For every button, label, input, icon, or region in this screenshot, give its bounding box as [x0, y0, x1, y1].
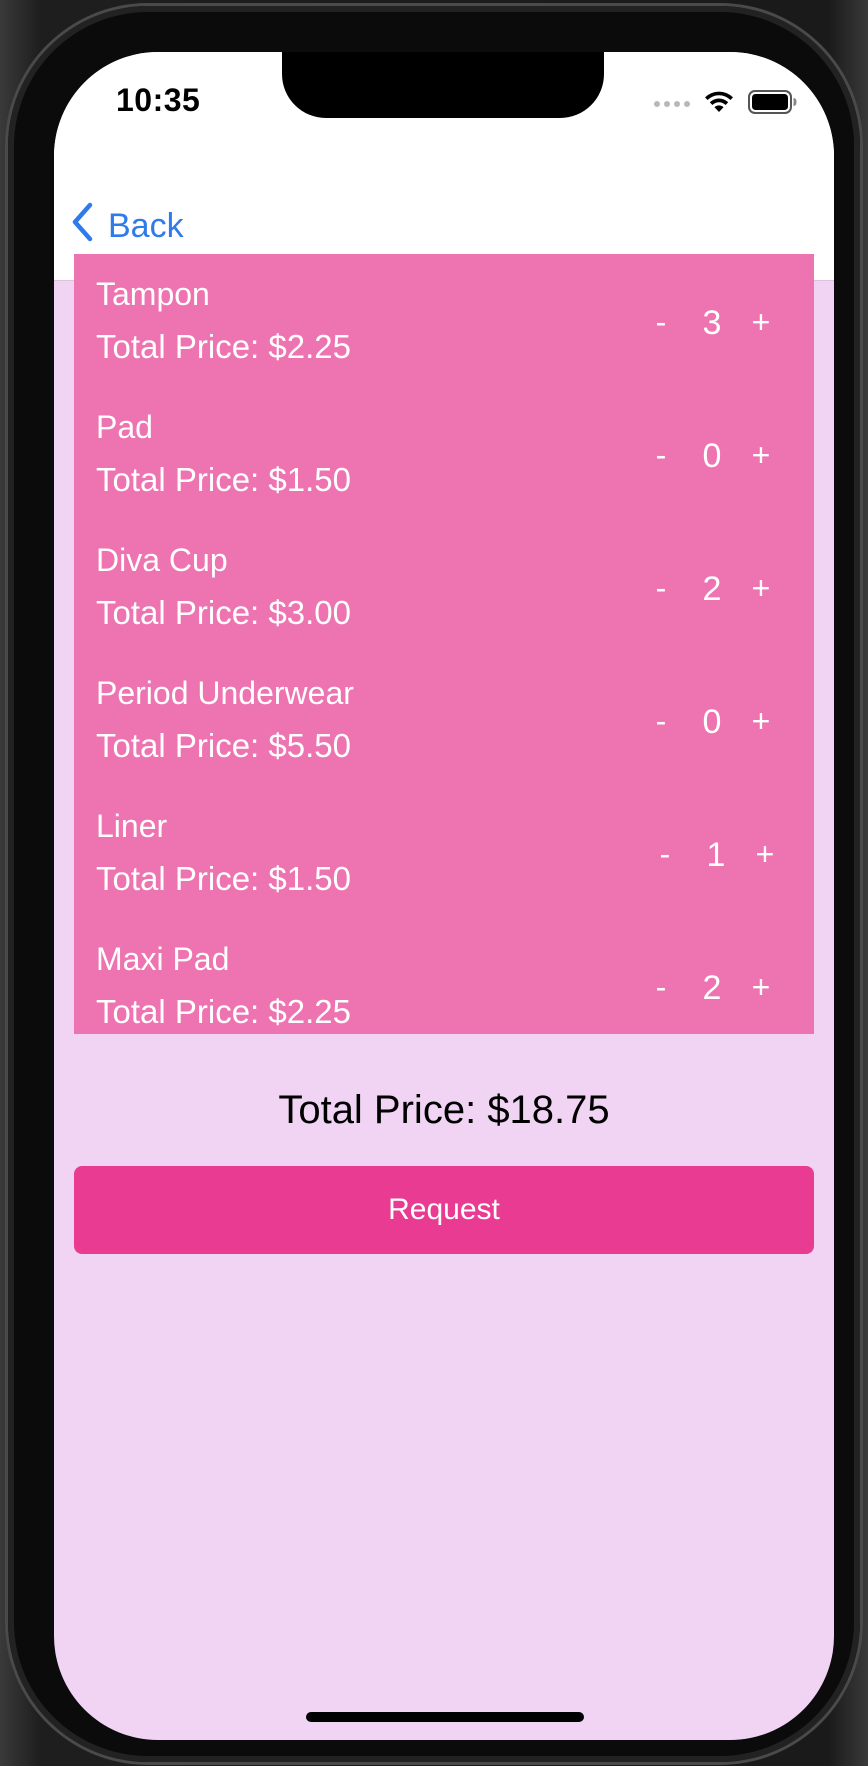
price-label: Total Price:	[96, 461, 260, 498]
price-value: $2.25	[268, 993, 351, 1030]
price-label: Total Price:	[96, 860, 260, 897]
product-row-period-underwear: Period Underwear Total Price: $5.50 - 0 …	[74, 653, 814, 787]
product-total-price: Total Price: $2.25	[96, 328, 351, 366]
product-name: Tampon	[96, 276, 210, 312]
price-label: Total Price:	[96, 993, 260, 1030]
decrement-button[interactable]: -	[646, 969, 676, 1006]
product-total-price: Total Price: $2.25	[96, 993, 351, 1031]
increment-button[interactable]: +	[746, 304, 776, 341]
price-label: Total Price:	[96, 328, 260, 365]
status-time: 10:35	[116, 82, 201, 118]
product-name: Diva Cup	[96, 542, 228, 578]
decrement-button[interactable]: -	[646, 703, 676, 740]
status-icons	[654, 88, 798, 120]
decrement-button[interactable]: -	[646, 437, 676, 474]
product-name: Pad	[96, 409, 153, 445]
decrement-button[interactable]: -	[646, 570, 676, 607]
price-label: Total Price:	[96, 727, 260, 764]
quantity-value: 2	[702, 570, 722, 608]
decrement-button[interactable]: -	[650, 836, 680, 873]
cellular-signal-icon	[654, 101, 690, 107]
product-total-price: Total Price: $1.50	[96, 860, 351, 898]
price-value: $5.50	[268, 727, 351, 764]
product-total-price: Total Price: $5.50	[96, 727, 351, 765]
price-value: $2.25	[268, 328, 351, 365]
increment-button[interactable]: +	[746, 703, 776, 740]
product-list[interactable]: Tampon Total Price: $2.25 - 3 + Pad Tota…	[74, 254, 814, 1034]
quantity-value: 2	[702, 969, 722, 1007]
quantity-value: 3	[702, 304, 722, 342]
request-button[interactable]: Request	[74, 1166, 814, 1254]
product-name: Period Underwear	[96, 675, 354, 711]
order-total-label: Total Price:	[278, 1088, 477, 1132]
increment-button[interactable]: +	[746, 969, 776, 1006]
product-row-tampon: Tampon Total Price: $2.25 - 3 +	[74, 254, 814, 388]
product-row-pad: Pad Total Price: $1.50 - 0 +	[74, 387, 814, 521]
phone-frame: 10:35 Back Tampon Total Price: $2.25 - 3…	[8, 6, 860, 1762]
product-row-diva-cup: Diva Cup Total Price: $3.00 - 2 +	[74, 520, 814, 654]
price-value: $1.50	[268, 461, 351, 498]
price-value: $3.00	[268, 594, 351, 631]
price-label: Total Price:	[96, 594, 260, 631]
order-total: Total Price: $18.75	[54, 1088, 834, 1133]
wifi-icon	[704, 90, 734, 119]
decrement-button[interactable]: -	[646, 304, 676, 341]
app-screen: 10:35 Back Tampon Total Price: $2.25 - 3…	[54, 52, 834, 1740]
product-name: Maxi Pad	[96, 941, 230, 977]
request-button-label: Request	[388, 1193, 500, 1226]
quantity-value: 1	[706, 836, 726, 874]
product-row-maxi-pad: Maxi Pad Total Price: $2.25 - 2 +	[74, 919, 814, 1034]
increment-button[interactable]: +	[746, 570, 776, 607]
price-value: $1.50	[268, 860, 351, 897]
order-total-value: $18.75	[487, 1088, 610, 1132]
product-name: Liner	[96, 808, 168, 844]
quantity-value: 0	[702, 437, 722, 475]
product-total-price: Total Price: $1.50	[96, 461, 351, 499]
quantity-value: 0	[702, 703, 722, 741]
product-row-liner: Liner Total Price: $1.50 - 1 +	[74, 786, 814, 920]
back-label: Back	[108, 207, 184, 245]
increment-button[interactable]: +	[746, 437, 776, 474]
increment-button[interactable]: +	[750, 836, 780, 873]
home-indicator[interactable]	[306, 1712, 584, 1722]
chevron-left-icon	[70, 202, 94, 251]
device-notch	[282, 52, 604, 118]
back-button[interactable]: Back	[70, 202, 184, 251]
battery-icon	[748, 89, 798, 120]
product-total-price: Total Price: $3.00	[96, 594, 351, 632]
